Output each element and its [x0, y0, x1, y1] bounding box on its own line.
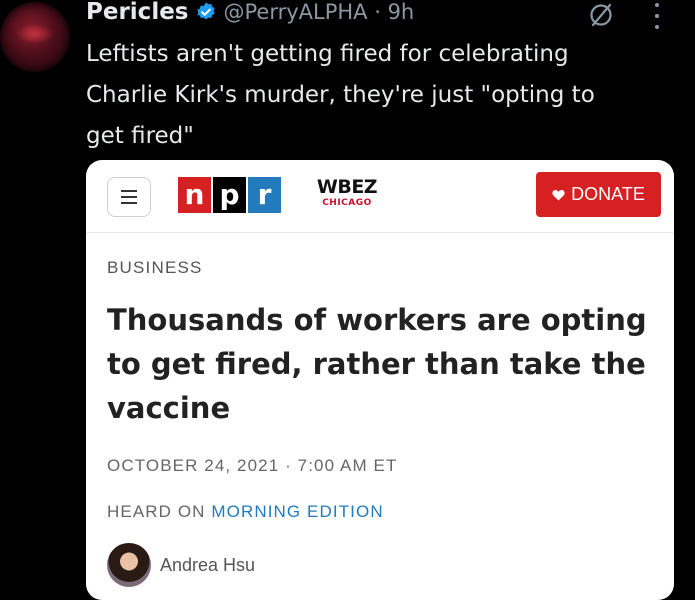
heard-on-label: HEARD ON	[107, 502, 206, 521]
author-avatar[interactable]	[107, 543, 151, 587]
npr-logo[interactable]: n p r	[178, 177, 281, 213]
show-link[interactable]: MORNING EDITION	[211, 502, 383, 521]
article-headline[interactable]: Thousands of workers are opting to get f…	[107, 298, 662, 430]
article-dateline: OCTOBER 24, 2021 · 7:00 AM ET	[107, 456, 398, 475]
more-options-icon[interactable]	[651, 3, 663, 29]
npr-logo-letter-r: r	[248, 177, 281, 213]
donate-button[interactable]: DONATE	[536, 172, 661, 217]
menu-icon[interactable]	[107, 177, 151, 217]
tweet-text: Leftists aren't getting fired for celebr…	[86, 41, 595, 149]
link-preview-card[interactable]: n p r WBEZ CHICAGO DONATE BUSINESS Thous…	[86, 160, 674, 600]
display-name[interactable]: Pericles	[86, 0, 189, 25]
author-name[interactable]: Andrea Hsu	[160, 555, 255, 576]
wbez-logo[interactable]: WBEZ CHICAGO	[316, 177, 378, 209]
grok-icon[interactable]	[588, 2, 614, 28]
verified-badge-icon	[196, 2, 215, 20]
tweet-header: Pericles @PerryALPHA · 9h	[86, 0, 414, 26]
card-divider	[86, 232, 674, 233]
heard-on-line: HEARD ON MORNING EDITION	[107, 502, 384, 522]
donate-label: DONATE	[571, 184, 645, 204]
npr-logo-letter-n: n	[178, 177, 211, 213]
card-header: n p r WBEZ CHICAGO DONATE	[86, 160, 674, 232]
profile-avatar[interactable]	[0, 2, 70, 72]
npr-logo-letter-p: p	[213, 177, 246, 213]
handle-and-time[interactable]: @PerryALPHA · 9h	[224, 0, 415, 24]
heart-icon	[552, 189, 565, 200]
section-label[interactable]: BUSINESS	[107, 258, 203, 278]
station-city: CHICAGO	[322, 198, 372, 208]
station-name: WBEZ	[316, 176, 378, 198]
